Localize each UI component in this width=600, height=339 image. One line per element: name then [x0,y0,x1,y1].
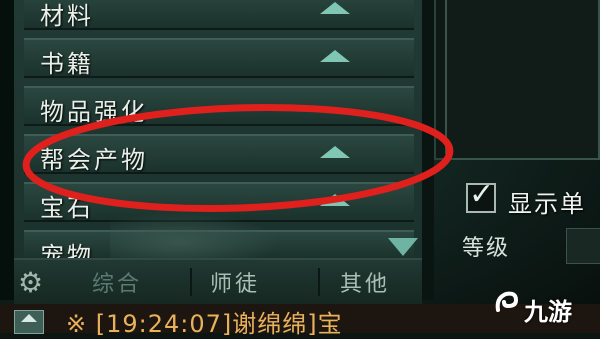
highlight-circle-annotation [22,103,454,213]
watermark-logo-icon [495,291,519,312]
watermark-text: 九游 [524,298,572,326]
